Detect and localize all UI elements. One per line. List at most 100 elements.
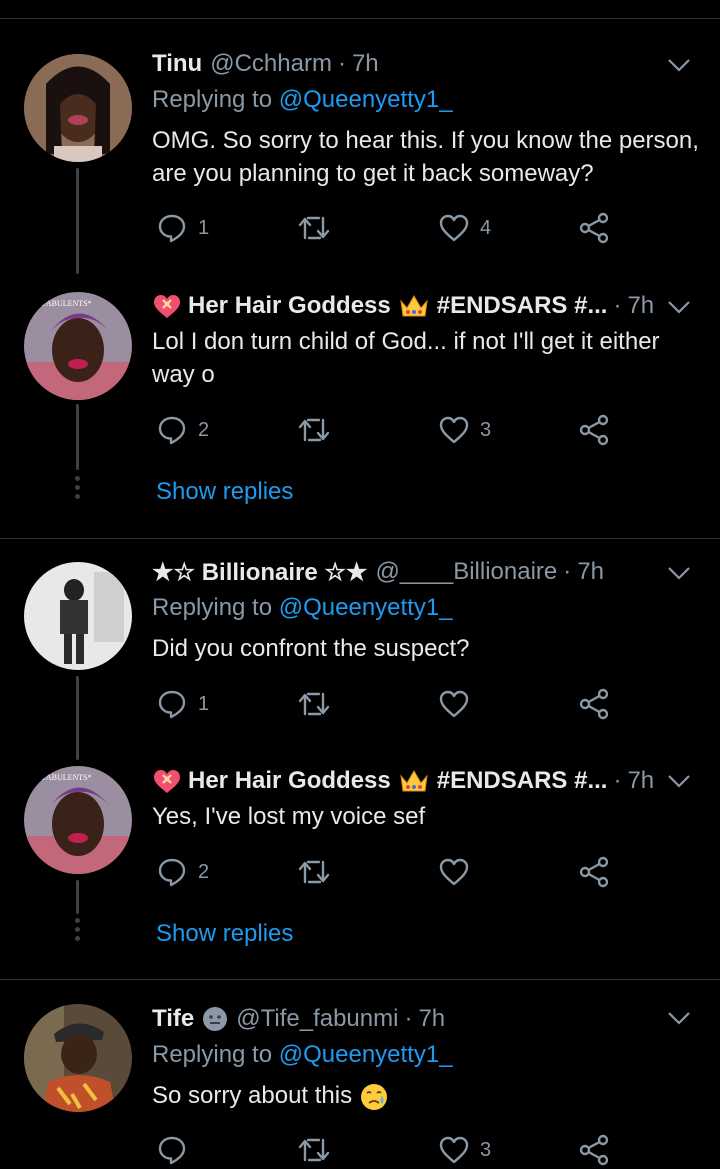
- user-handle[interactable]: @____Billionaire: [375, 558, 557, 586]
- like-icon: [439, 858, 469, 886]
- crown-emoji: [400, 295, 428, 317]
- reply-button[interactable]: [156, 1134, 198, 1166]
- svg-text:*FABULENTS*: *FABULENTS*: [38, 773, 92, 782]
- reply-button[interactable]: 2: [156, 856, 209, 888]
- replying-to: Replying to @Queenyetty1_: [152, 86, 453, 114]
- avatar[interactable]: [24, 1004, 132, 1112]
- thread-divider: [0, 979, 720, 980]
- share-icon: [579, 212, 609, 244]
- face-emoji: [203, 1007, 228, 1031]
- thread-dots: [75, 918, 81, 945]
- avatar[interactable]: [24, 54, 132, 162]
- mention-link[interactable]: @Queenyetty1_: [279, 1041, 453, 1068]
- retweet-icon: [298, 216, 330, 240]
- retweet-button[interactable]: [298, 1134, 340, 1166]
- retweet-icon: [298, 860, 330, 884]
- retweet-button[interactable]: [298, 856, 340, 888]
- reply-count: 1: [198, 216, 210, 239]
- like-icon: [439, 416, 469, 444]
- share-button[interactable]: [578, 212, 610, 244]
- share-button[interactable]: [578, 414, 610, 446]
- separator-dot: ·: [613, 767, 622, 794]
- replying-to-label: Replying to: [152, 86, 273, 113]
- thread-dots: [75, 476, 81, 503]
- hashtag-text[interactable]: #ENDSARS #...: [437, 767, 608, 795]
- svg-text:*FABULENTS*: *FABULENTS*: [38, 299, 92, 308]
- display-name[interactable]: Her Hair Goddess: [188, 767, 391, 795]
- show-replies-link[interactable]: Show replies: [156, 920, 293, 948]
- like-icon: [439, 1136, 469, 1164]
- timestamp[interactable]: 7h: [627, 292, 654, 320]
- tweet-text: Yes, I've lost my voice sef: [152, 803, 426, 830]
- share-button[interactable]: [578, 688, 610, 720]
- retweet-icon: [298, 418, 330, 442]
- chevron-down-icon[interactable]: [666, 560, 692, 586]
- like-count: 4: [480, 216, 492, 239]
- show-replies-link[interactable]: Show replies: [156, 478, 293, 506]
- reply-icon: [158, 858, 186, 887]
- display-name[interactable]: ★☆ Billionaire ☆★: [152, 558, 367, 587]
- avatar[interactable]: *FABULENTS*: [24, 292, 132, 400]
- mention-link[interactable]: @Queenyetty1_: [279, 86, 453, 113]
- tweet-header: ★☆ Billionaire ☆★ @____Billionaire · 7h: [152, 556, 604, 588]
- separator-dot: ·: [337, 50, 346, 77]
- share-button[interactable]: [578, 1134, 610, 1166]
- retweet-button[interactable]: [298, 212, 340, 244]
- like-count: 3: [480, 1138, 492, 1161]
- like-button[interactable]: 3: [438, 414, 491, 446]
- replying-to: Replying to @Queenyetty1_: [152, 594, 453, 622]
- display-name[interactable]: Her Hair Goddess: [188, 292, 391, 320]
- tweet-header: Her Hair Goddess #ENDSARS #... · 7h: [152, 765, 654, 797]
- avatar[interactable]: *FABULENTS*: [24, 766, 132, 874]
- display-name[interactable]: Tife: [152, 1005, 194, 1033]
- retweet-button[interactable]: [298, 414, 340, 446]
- tweet-text-row: So sorry about this: [152, 1079, 704, 1112]
- thread-line: [76, 404, 79, 470]
- tweet-header: Tife @Tife_fabunmi · 7h: [152, 1003, 445, 1035]
- timestamp[interactable]: 7h: [352, 50, 379, 78]
- separator-dot: ·: [613, 292, 622, 319]
- thread-divider: [0, 538, 720, 539]
- like-button[interactable]: [438, 856, 480, 888]
- user-handle[interactable]: @Cchharm: [210, 50, 332, 78]
- like-count: 3: [480, 418, 492, 441]
- chevron-down-icon[interactable]: [666, 52, 692, 78]
- replying-to-label: Replying to: [152, 1041, 273, 1068]
- share-icon: [579, 688, 609, 720]
- heart-ribbon-emoji: [154, 295, 180, 318]
- timestamp[interactable]: 7h: [627, 767, 654, 795]
- chevron-down-icon[interactable]: [666, 1005, 692, 1031]
- tweet-header: Her Hair Goddess #ENDSARS #... · 7h: [152, 290, 654, 322]
- like-button[interactable]: [438, 688, 480, 720]
- tweet-text: So sorry about this: [152, 1082, 353, 1109]
- reply-button[interactable]: 1: [156, 688, 209, 720]
- like-icon: [439, 690, 469, 718]
- timestamp[interactable]: 7h: [418, 1005, 445, 1033]
- retweet-icon: [298, 1138, 330, 1162]
- heart-ribbon-emoji: [154, 770, 180, 793]
- retweet-icon: [298, 692, 330, 716]
- reply-icon: [158, 416, 186, 445]
- tweet-text: OMG. So sorry to hear this. If you know …: [152, 127, 699, 187]
- mention-link[interactable]: @Queenyetty1_: [279, 594, 453, 621]
- thread-line: [76, 676, 79, 760]
- reply-icon: [158, 1136, 186, 1165]
- like-button[interactable]: 3: [438, 1134, 491, 1166]
- reply-icon: [158, 214, 186, 243]
- chevron-down-icon[interactable]: [666, 768, 692, 794]
- avatar[interactable]: [24, 562, 132, 670]
- top-divider: [0, 18, 720, 19]
- reply-button[interactable]: 1: [156, 212, 209, 244]
- thread-line: [76, 168, 79, 274]
- chevron-down-icon[interactable]: [666, 294, 692, 320]
- display-name[interactable]: Tinu: [152, 50, 202, 78]
- reply-count: 2: [198, 860, 210, 883]
- share-button[interactable]: [578, 856, 610, 888]
- retweet-button[interactable]: [298, 688, 340, 720]
- like-button[interactable]: 4: [438, 212, 491, 244]
- reply-button[interactable]: 2: [156, 414, 209, 446]
- timestamp[interactable]: 7h: [577, 558, 604, 586]
- hashtag-text[interactable]: #ENDSARS #...: [437, 292, 608, 320]
- user-handle[interactable]: @Tife_fabunmi: [236, 1005, 398, 1033]
- separator-dot: ·: [404, 1005, 413, 1032]
